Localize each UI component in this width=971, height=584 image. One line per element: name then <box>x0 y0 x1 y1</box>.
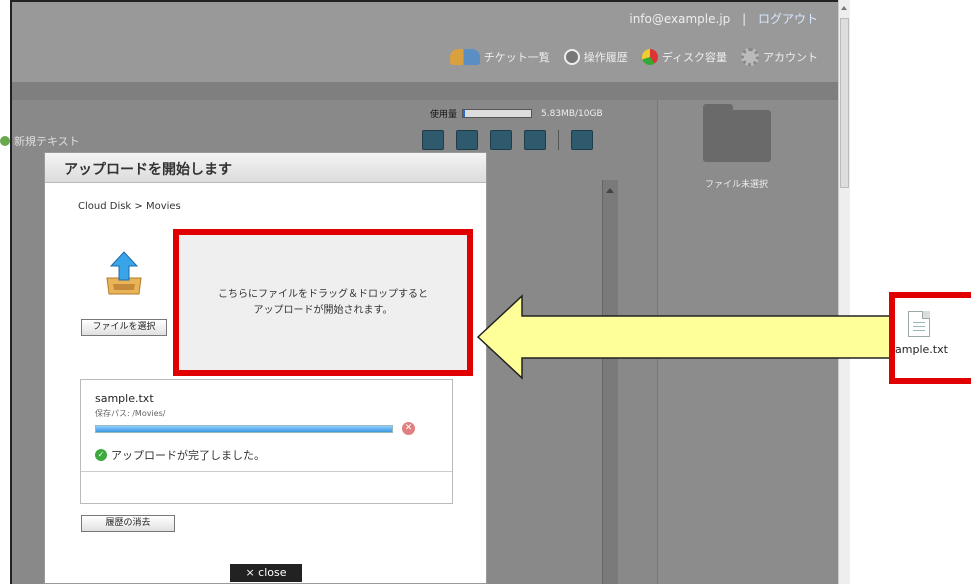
film-icon[interactable] <box>524 130 546 150</box>
toolbar-divider <box>558 130 559 150</box>
usage-bar-fill <box>463 110 466 117</box>
nav-disk[interactable]: ディスク容量 <box>641 48 727 66</box>
select-file-button[interactable]: ファイルを選択 <box>81 319 167 336</box>
drop-zone[interactable]: こちらにファイルをドラッグ＆ドロップすると アップロードが開始されます。 <box>173 229 473 376</box>
page-scroll-thumb[interactable] <box>840 18 849 188</box>
clock-icon <box>563 49 580 65</box>
upload-list: sample.txt 保存パス: /Movies/ ✕ ✓ アップロードが完了し… <box>80 379 453 504</box>
sub-bar <box>12 82 840 100</box>
file-line <box>913 326 925 327</box>
upload-file-name: sample.txt <box>95 392 154 405</box>
nav-tickets-label: チケット一覧 <box>483 51 550 64</box>
upload-status: ✓ アップロードが完了しました。 <box>95 447 265 463</box>
user-row: info@example.jp | ログアウト <box>629 10 818 27</box>
upload-progress-fill <box>96 426 392 432</box>
folder-icon <box>703 104 771 162</box>
upload-file-path: 保存パス: /Movies/ <box>95 409 166 418</box>
check-circle-icon: ✓ <box>95 449 107 461</box>
upload-dialog: アップロードを開始します Cloud Disk > Movies ファイルを選択… <box>44 152 487 584</box>
drop-zone-text: こちらにファイルをドラッグ＆ドロップすると アップロードが開始されます。 <box>218 288 428 316</box>
usage-meter: 使用量 5.83MB/10GB <box>430 107 603 121</box>
logout-link[interactable]: ログアウト <box>758 12 818 26</box>
dialog-title: アップロードを開始します <box>45 153 486 183</box>
left-arrow-icon <box>476 294 891 380</box>
trash-icon[interactable] <box>571 130 593 150</box>
desktop-file-label[interactable]: ample.txt <box>895 343 948 356</box>
nav-account[interactable]: アカウント <box>741 48 818 66</box>
list-scrollbar[interactable] <box>602 180 618 584</box>
file-type-toolbar <box>422 130 593 150</box>
document-icon[interactable] <box>422 130 444 150</box>
scroll-up-icon[interactable] <box>606 188 614 193</box>
page-scroll-up-icon[interactable] <box>841 6 847 10</box>
close-button[interactable]: × close <box>230 564 302 582</box>
text-file-icon[interactable] <box>908 311 930 337</box>
upload-tray-icon <box>106 251 142 295</box>
nav-history-label: 操作履歴 <box>583 51 628 64</box>
new-text-button[interactable]: 新規テキスト <box>0 133 80 149</box>
new-text-label: 新規テキスト <box>14 135 80 148</box>
nav-tickets[interactable]: チケット一覧 <box>449 48 550 66</box>
list-item: sample.txt 保存パス: /Movies/ ✕ ✓ アップロードが完了し… <box>81 380 452 472</box>
nav-disk-label: ディスク容量 <box>661 51 727 64</box>
camera-icon[interactable] <box>456 130 478 150</box>
app-header: info@example.jp | ログアウト チケット一覧 操作履歴 ディスク… <box>12 2 840 82</box>
music-icon[interactable] <box>490 130 512 150</box>
users-icon <box>449 49 480 65</box>
header-nav: チケット一覧 操作履歴 ディスク容量 アカウント <box>449 48 818 66</box>
gear-icon <box>741 48 759 66</box>
screenshot-stage: info@example.jp | ログアウト チケット一覧 操作履歴 ディスク… <box>0 0 971 584</box>
upload-progress-bar <box>95 425 393 433</box>
nav-account-label: アカウント <box>763 51 818 64</box>
pie-chart-icon <box>641 49 658 65</box>
clear-history-button[interactable]: 履歴の消去 <box>81 515 175 532</box>
usage-label: 使用量 <box>430 110 458 120</box>
separator: | <box>742 12 747 26</box>
file-line <box>913 330 925 331</box>
breadcrumb: Cloud Disk > Movies <box>78 201 181 212</box>
remove-icon[interactable]: ✕ <box>402 422 415 435</box>
user-email: info@example.jp <box>629 12 731 26</box>
usage-text: 5.83MB/10GB <box>541 108 603 119</box>
plus-icon <box>0 136 10 146</box>
nav-history[interactable]: 操作履歴 <box>563 48 628 66</box>
desktop-file-highlight <box>889 292 971 384</box>
usage-bar <box>462 109 533 118</box>
file-line <box>913 322 925 323</box>
upload-status-text: アップロードが完了しました。 <box>111 449 265 462</box>
no-file-label: ファイル未選択 <box>705 180 769 190</box>
